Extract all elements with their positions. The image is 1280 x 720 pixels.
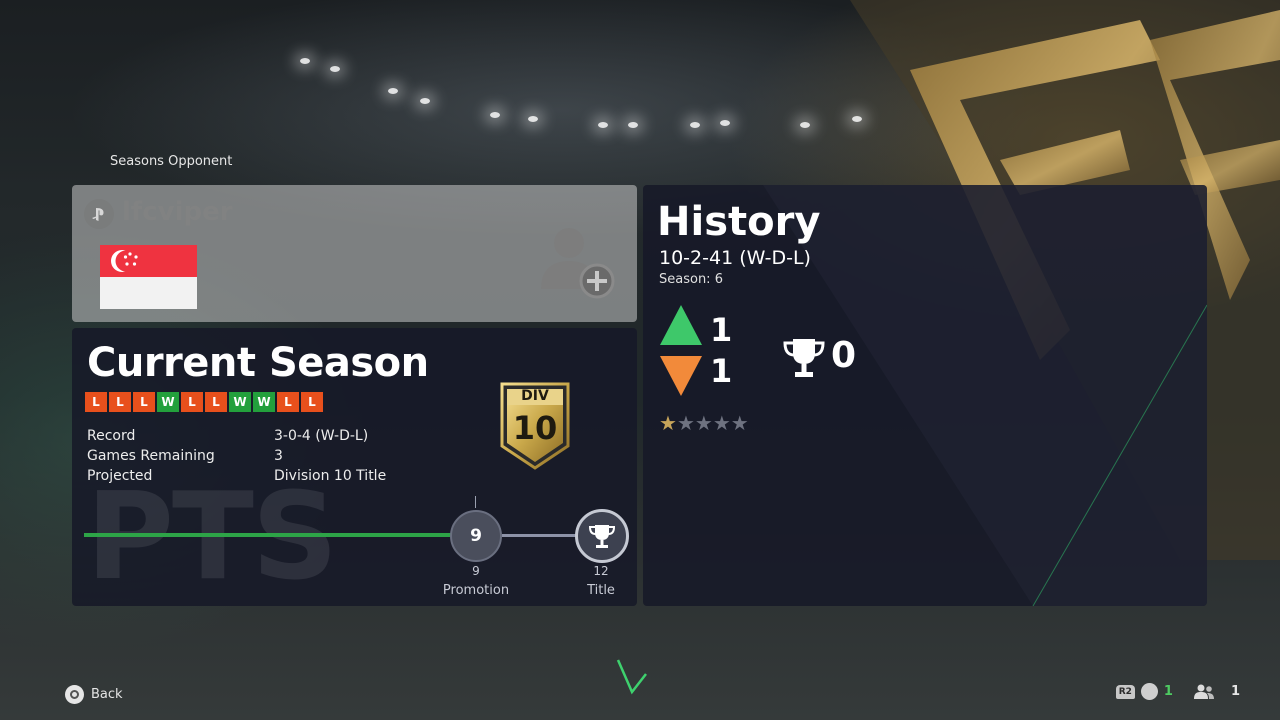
form-result: L — [133, 392, 155, 412]
singapore-flag — [100, 245, 197, 309]
status-bar: R2 1 1 — [1115, 683, 1240, 700]
stat-value: 3 — [274, 448, 283, 464]
points-progress-remaining — [502, 534, 582, 537]
current-season-card: PTS Current Season L L L W L L W W L L R… — [72, 328, 637, 606]
pts-watermark: PTS — [86, 468, 338, 606]
title-trophy-icon — [575, 509, 629, 563]
division-number: 10 — [512, 409, 558, 447]
back-button[interactable]: Back — [65, 685, 123, 704]
form-result: L — [277, 392, 299, 412]
promotion-arrow-icon — [660, 305, 702, 345]
opponent-name: lfcviper — [122, 197, 233, 227]
stat-row-games-remaining: Games Remaining 3 — [87, 446, 386, 466]
trophy-icon — [783, 339, 825, 377]
title-label: Title — [587, 583, 615, 598]
star-rating: ★★★★★ — [659, 411, 749, 435]
star-icon: ★ — [676, 411, 695, 435]
history-season: Season: 6 — [659, 272, 723, 287]
progress-tick — [475, 496, 476, 508]
form-result: L — [205, 392, 227, 412]
stat-value: Division 10 Title — [274, 468, 387, 484]
stat-row-projected: Projected Division 10 Title — [87, 466, 386, 486]
stat-value: 3-0-4 (W-D-L) — [274, 428, 369, 444]
star-icon: ★ — [730, 411, 749, 435]
voice-chat-icon — [1140, 683, 1158, 700]
r2-button-icon: R2 — [1115, 684, 1135, 699]
division-badge: DIV 10 — [500, 380, 570, 470]
form-result: W — [229, 392, 251, 412]
form-result: L — [181, 392, 203, 412]
playstation-icon — [84, 199, 114, 229]
relegation-arrow-icon — [660, 356, 702, 396]
division-label: DIV — [521, 388, 549, 404]
party-count: 1 — [1230, 684, 1240, 699]
points-progress-bar — [84, 533, 452, 537]
relegations-count: 1 — [710, 352, 733, 390]
opponent-card[interactable]: lfcviper — [72, 185, 637, 322]
star-icon: ★ — [712, 411, 731, 435]
back-label: Back — [91, 687, 123, 702]
stat-label: Record — [87, 428, 136, 444]
form-strip: L L L W L L W W L L — [85, 392, 323, 412]
title-points: 12 — [593, 564, 609, 578]
form-result: L — [85, 392, 107, 412]
form-result: W — [253, 392, 275, 412]
stat-label: Projected — [87, 468, 153, 484]
star-icon: ★ — [659, 411, 677, 435]
history-title: History — [657, 199, 821, 245]
voice-count: 1 — [1163, 684, 1173, 699]
party-icon — [1193, 684, 1214, 699]
stat-label: Games Remaining — [87, 448, 215, 464]
form-result: L — [109, 392, 131, 412]
form-result: L — [301, 392, 323, 412]
section-label: Seasons Opponent — [110, 154, 233, 169]
current-season-title: Current Season — [87, 340, 429, 386]
history-record: 10-2-41 (W-D-L) — [659, 247, 811, 269]
history-card: History 10-2-41 (W-D-L) Season: 6 1 1 0 … — [643, 185, 1207, 606]
form-result: W — [157, 392, 179, 412]
promotions-count: 1 — [710, 311, 733, 349]
chevron-down-icon[interactable] — [614, 654, 650, 698]
circle-button-icon — [65, 685, 84, 704]
star-icon: ★ — [694, 411, 713, 435]
promotion-label: Promotion — [442, 583, 510, 598]
promotion-points: 9 — [472, 564, 480, 578]
titles-count: 0 — [831, 335, 857, 376]
add-friend-icon[interactable] — [537, 223, 617, 301]
season-stats: Record 3-0-4 (W-D-L) Games Remaining 3 P… — [87, 426, 386, 486]
stat-row-record: Record 3-0-4 (W-D-L) — [87, 426, 386, 446]
current-points-marker: 9 — [450, 510, 502, 562]
